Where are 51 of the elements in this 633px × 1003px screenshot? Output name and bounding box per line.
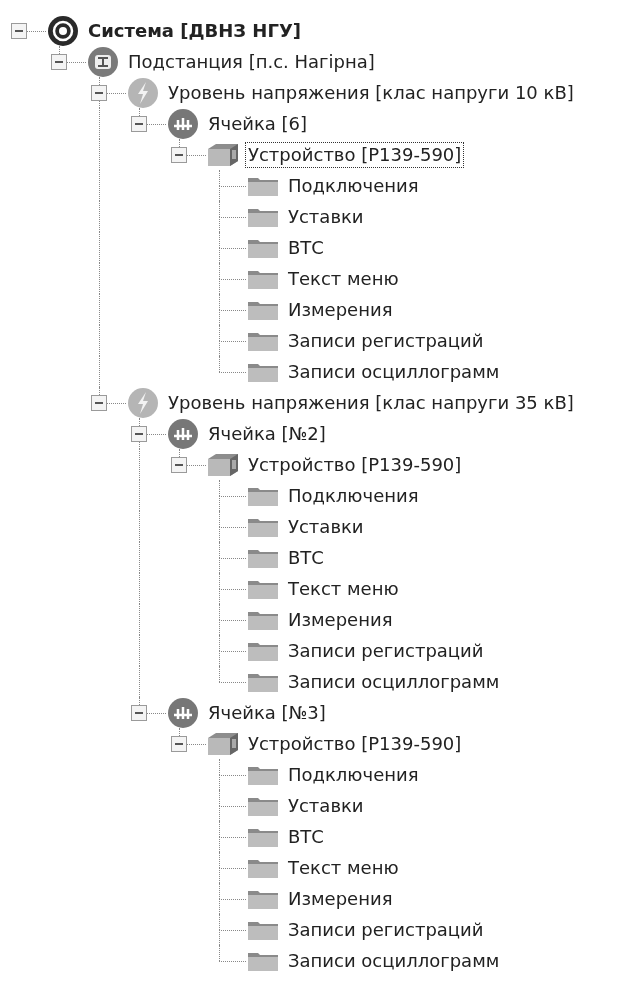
- substation-icon: [87, 45, 119, 78]
- collapse-toggle[interactable]: [131, 116, 147, 132]
- collapse-toggle[interactable]: [91, 85, 107, 101]
- tree-item[interactable]: Устройство [Р139-590]: [245, 141, 465, 168]
- collapse-toggle[interactable]: [171, 147, 187, 163]
- tree-item[interactable]: Записи регистраций: [285, 327, 487, 354]
- device-icon: [206, 730, 240, 757]
- tree-item[interactable]: Уставки: [285, 203, 367, 230]
- tree-item[interactable]: Уставки: [285, 513, 367, 540]
- tree-item[interactable]: Текст меню: [285, 854, 402, 881]
- tree-item[interactable]: ВТС: [285, 823, 327, 850]
- device-icon: [206, 451, 240, 478]
- target-icon: [47, 14, 79, 47]
- tree-item[interactable]: Устройство [Р139-590]: [245, 451, 465, 478]
- tree-item[interactable]: Записи осциллограмм: [285, 668, 503, 695]
- tree-item[interactable]: ВТС: [285, 544, 327, 571]
- device-icon: [206, 141, 240, 168]
- tree-item[interactable]: Записи регистраций: [285, 916, 487, 943]
- collapse-toggle[interactable]: [171, 457, 187, 473]
- tree-item[interactable]: Система [ДВНЗ НГУ]: [85, 17, 304, 44]
- tree-item[interactable]: Измерения: [285, 606, 396, 633]
- tree-item[interactable]: Уставки: [285, 792, 367, 819]
- collapse-toggle[interactable]: [51, 54, 67, 70]
- tree-item[interactable]: Подстанция [п.с. Нагірна]: [125, 48, 378, 75]
- tree-item[interactable]: Текст меню: [285, 575, 402, 602]
- tree-item[interactable]: Измерения: [285, 885, 396, 912]
- tree-item[interactable]: Измерения: [285, 296, 396, 323]
- lightning-icon: [127, 76, 159, 109]
- cell-icon: [167, 417, 199, 450]
- tree-item[interactable]: ВТС: [285, 234, 327, 261]
- tree-item[interactable]: Записи осциллограмм: [285, 358, 503, 385]
- cell-icon: [167, 107, 199, 140]
- tree-item[interactable]: Записи регистраций: [285, 637, 487, 664]
- collapse-toggle[interactable]: [131, 426, 147, 442]
- tree-item[interactable]: Текст меню: [285, 265, 402, 292]
- tree-item[interactable]: Ячейка [№2]: [205, 420, 329, 447]
- tree-item[interactable]: Ячейка [№3]: [205, 699, 329, 726]
- collapse-toggle[interactable]: [171, 736, 187, 752]
- tree-item[interactable]: Ячейка [6]: [205, 110, 311, 137]
- tree-item[interactable]: Уровень напряжения [клас напруги 10 кВ]: [165, 79, 577, 106]
- collapse-toggle[interactable]: [131, 705, 147, 721]
- collapse-toggle[interactable]: [11, 23, 27, 39]
- tree-item[interactable]: Подключения: [285, 482, 422, 509]
- collapse-toggle[interactable]: [91, 395, 107, 411]
- cell-icon: [167, 696, 199, 729]
- lightning-icon: [127, 386, 159, 419]
- tree-item[interactable]: Уровень напряжения [клас напруги 35 кВ]: [165, 389, 577, 416]
- tree-item[interactable]: Записи осциллограмм: [285, 947, 503, 974]
- tree-item[interactable]: Подключения: [285, 761, 422, 788]
- tree-item[interactable]: Устройство [Р139-590]: [245, 730, 465, 757]
- tree-item[interactable]: Подключения: [285, 172, 422, 199]
